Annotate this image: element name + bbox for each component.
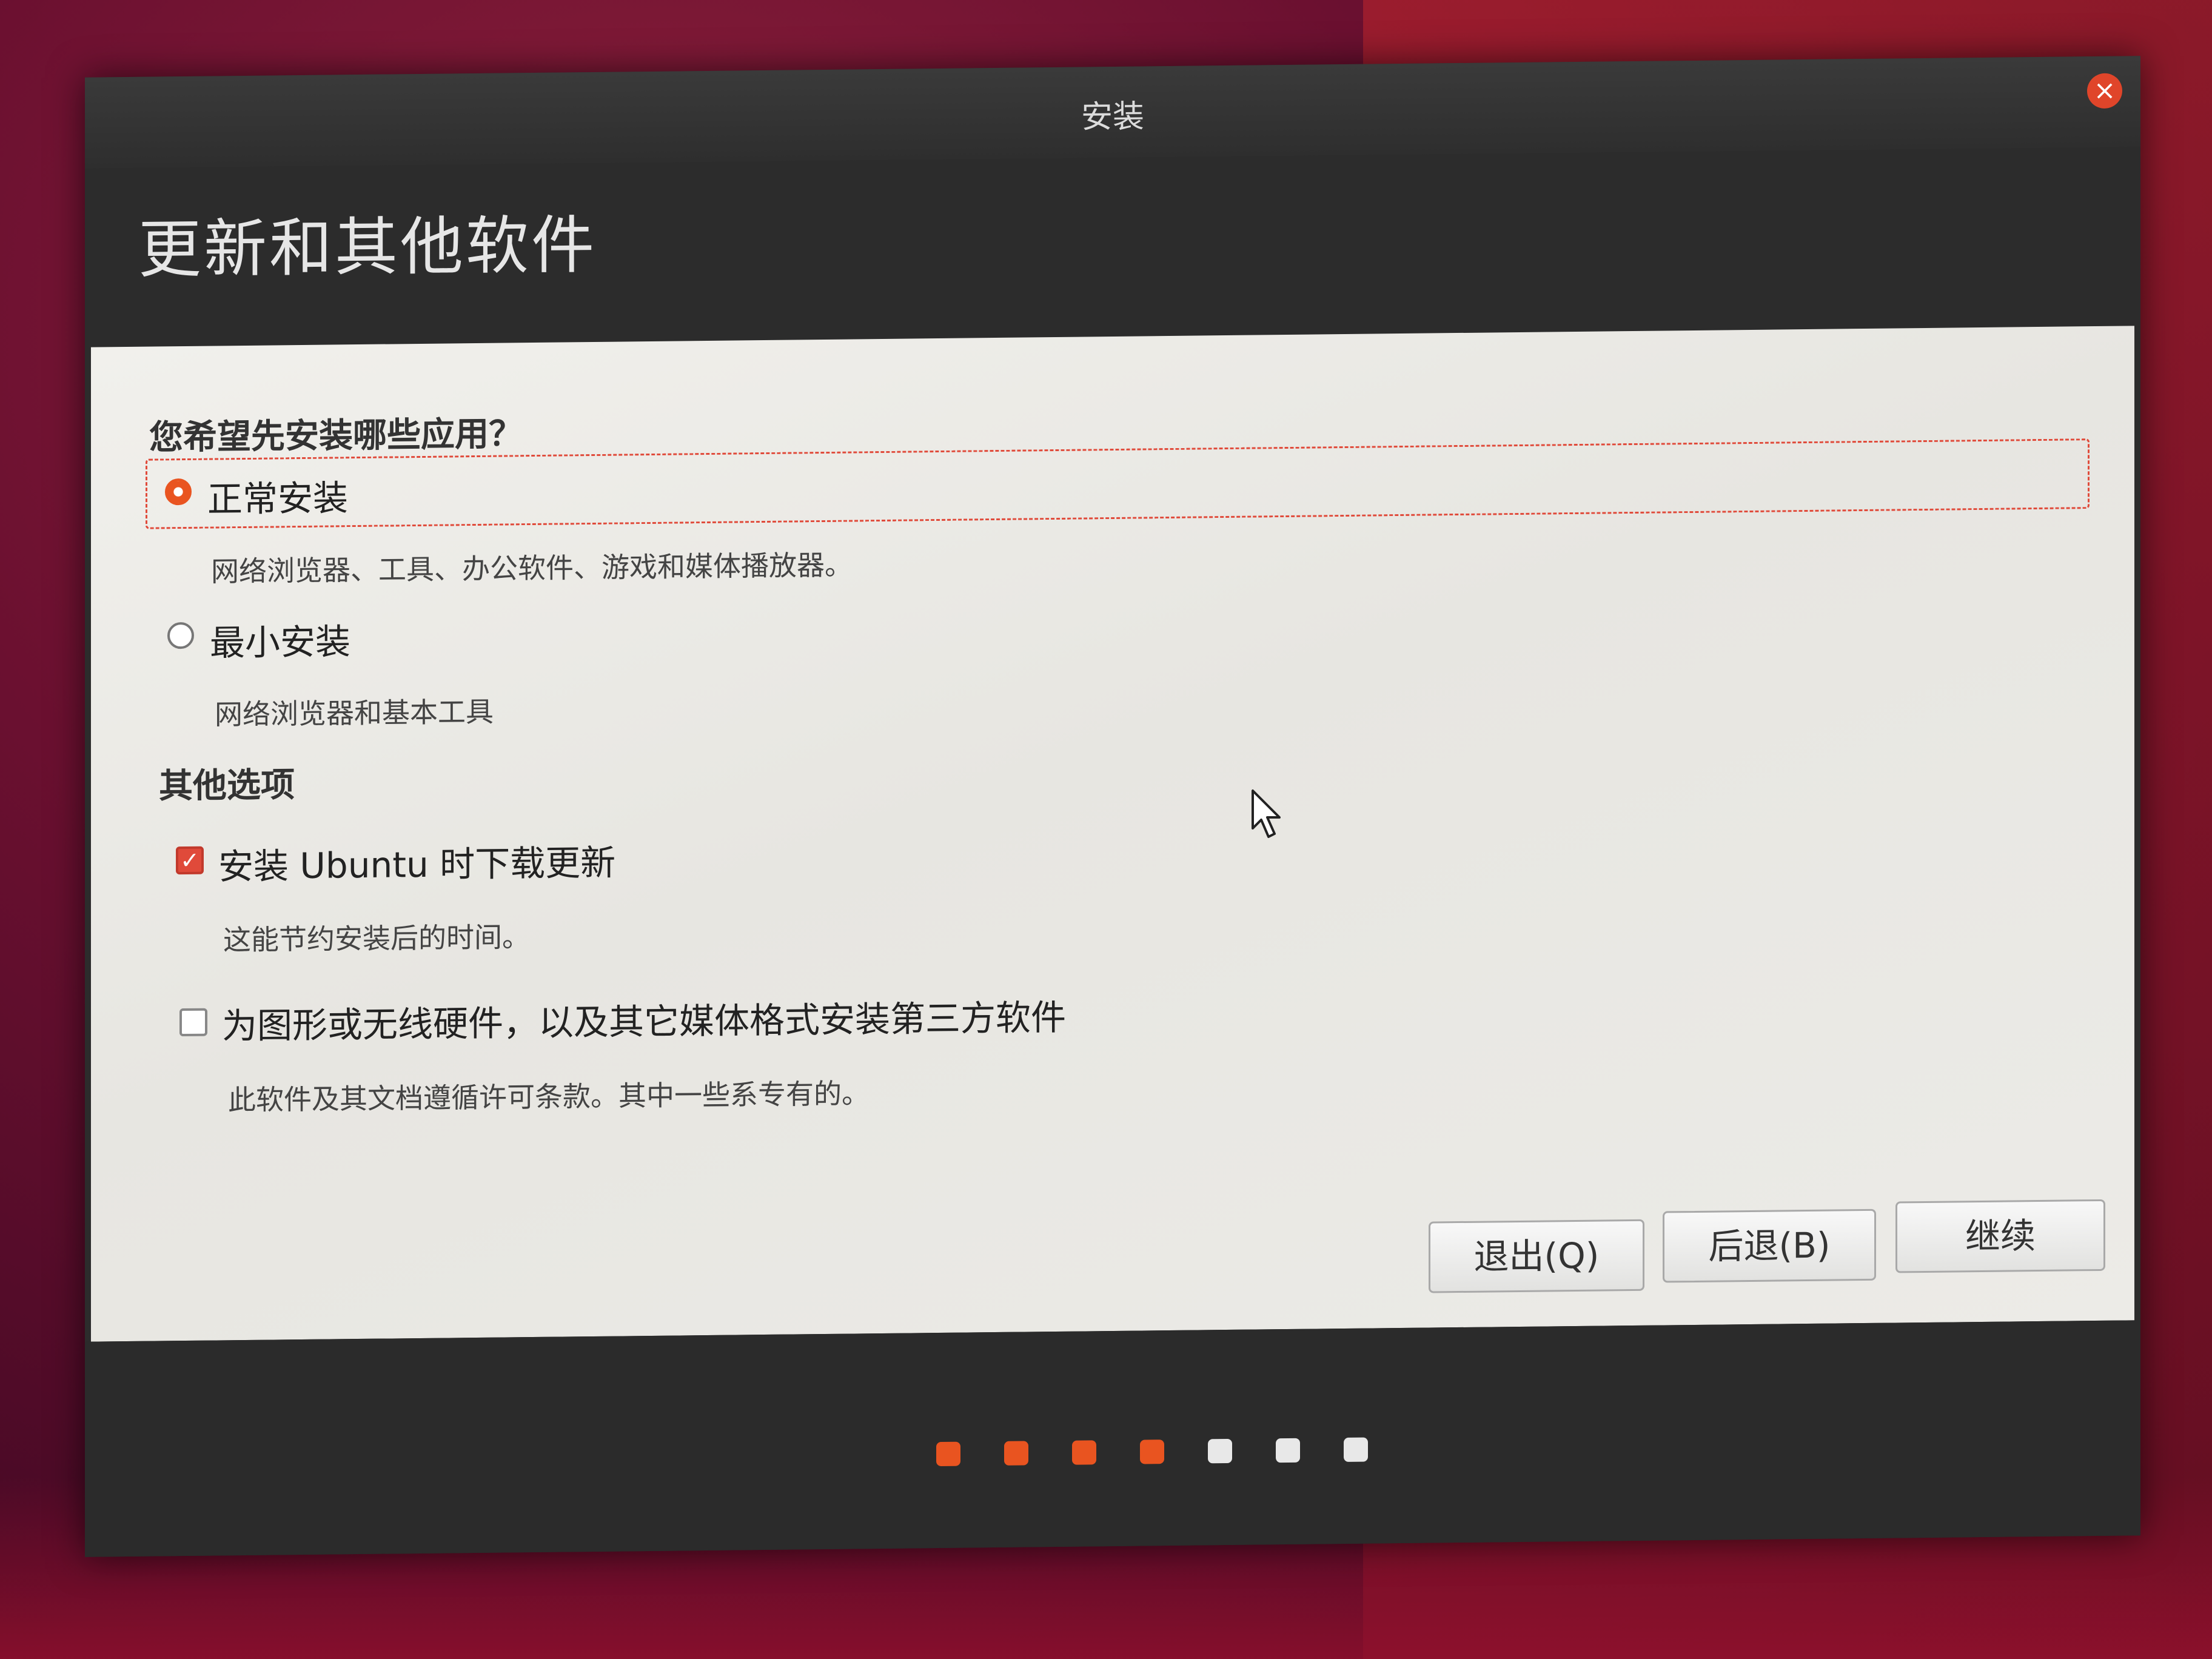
progress-step-dot xyxy=(1004,1441,1028,1466)
normal-install-label[interactable]: 正常安装 xyxy=(207,469,348,521)
progress-step-dot xyxy=(1208,1438,1232,1464)
progress-step-dot xyxy=(936,1441,960,1467)
quit-button[interactable]: 退出(Q) xyxy=(1429,1219,1644,1293)
minimal-install-radio[interactable] xyxy=(167,622,194,649)
progress-indicator xyxy=(936,1437,1368,1467)
page-title: 更新和其他软件 xyxy=(138,207,597,287)
installer-window: 安装 × 更新和其他软件 您希望先安装哪些应用？ 正常安装 网络浏览器、工具、办… xyxy=(85,56,2140,1557)
continue-button[interactable]: 继续 xyxy=(1895,1199,2105,1273)
window-title: 安装 xyxy=(1081,98,1144,136)
third-party-software-description: 此软件及其文档遵循许可条款。其中一些系专有的。 xyxy=(228,1077,870,1117)
content-panel: 您希望先安装哪些应用？ 正常安装 网络浏览器、工具、办公软件、游戏和媒体播放器。… xyxy=(91,326,2134,1342)
minimal-install-label[interactable]: 最小安装 xyxy=(210,613,350,665)
installer-footer xyxy=(85,1320,2140,1557)
download-updates-label[interactable]: 安装 Ubuntu 时下载更新 xyxy=(218,834,615,890)
back-button[interactable]: 后退(B) xyxy=(1663,1208,1876,1283)
progress-step-dot xyxy=(1344,1437,1368,1463)
normal-install-description: 网络浏览器、工具、办公软件、游戏和媒体播放器。 xyxy=(211,548,853,588)
normal-install-radio[interactable] xyxy=(165,478,192,506)
install-type-question: 您希望先安装哪些应用？ xyxy=(149,414,523,458)
download-updates-description: 这能节约安装后的时间。 xyxy=(223,920,530,957)
minimal-install-description: 网络浏览器和基本工具 xyxy=(215,695,494,731)
mouse-pointer-icon xyxy=(1252,789,1281,838)
download-updates-checkbox[interactable]: ✓ xyxy=(176,846,204,875)
progress-step-dot xyxy=(1276,1438,1300,1463)
progress-step-dot xyxy=(1140,1439,1164,1464)
third-party-software-label[interactable]: 为图形或无线硬件，以及其它媒体格式安装第三方软件 xyxy=(222,989,1066,1049)
third-party-software-checkbox[interactable] xyxy=(179,1008,207,1037)
progress-step-dot xyxy=(1072,1440,1096,1465)
other-options-heading: 其他选项 xyxy=(159,765,295,806)
